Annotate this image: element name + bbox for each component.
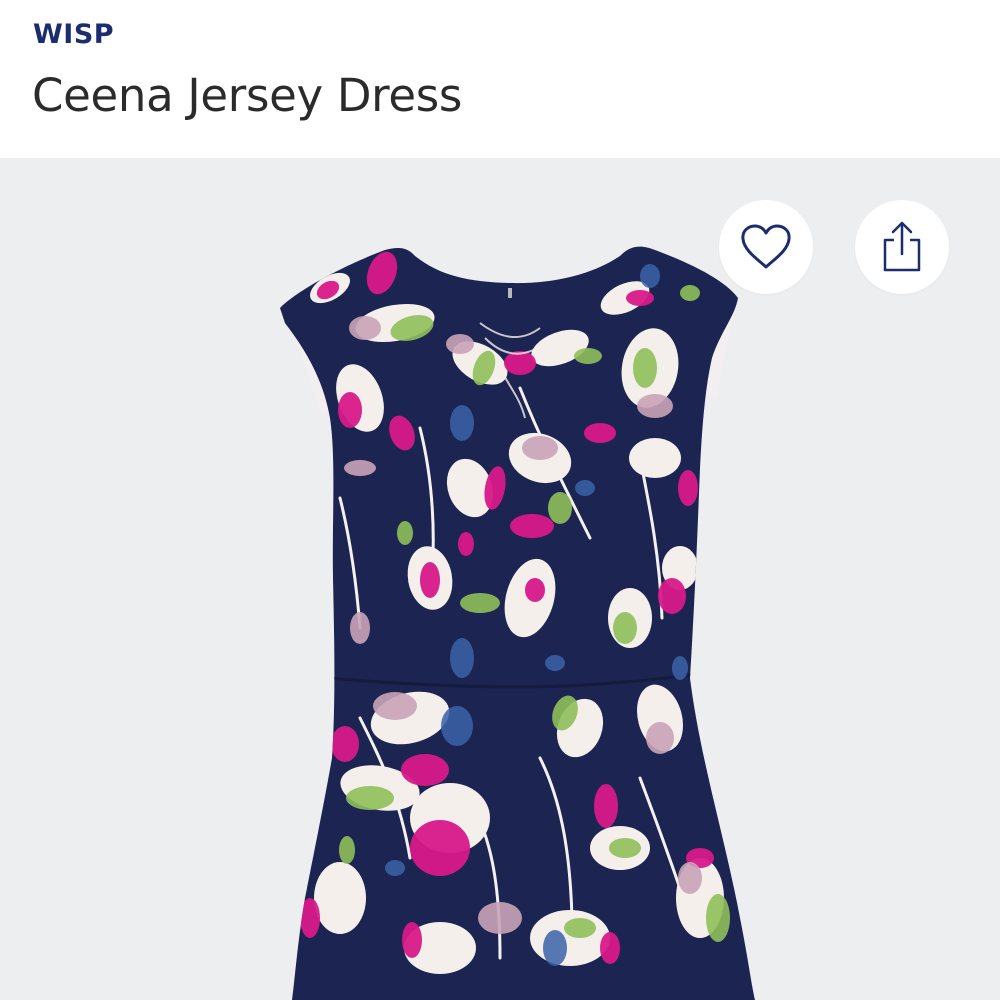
share-icon [883, 221, 921, 272]
product-header: WISP Ceena Jersey Dress [0, 0, 1000, 158]
share-button[interactable] [855, 200, 949, 294]
favorite-button[interactable] [719, 200, 813, 294]
brand-name[interactable]: WISP [33, 17, 114, 53]
product-image-gallery[interactable] [0, 158, 1000, 1000]
product-title: Ceena Jersey Dress [32, 69, 463, 122]
heart-icon [741, 224, 791, 269]
product-page: WISP Ceena Jersey Dress [0, 0, 1000, 1000]
product-image [280, 246, 755, 1000]
